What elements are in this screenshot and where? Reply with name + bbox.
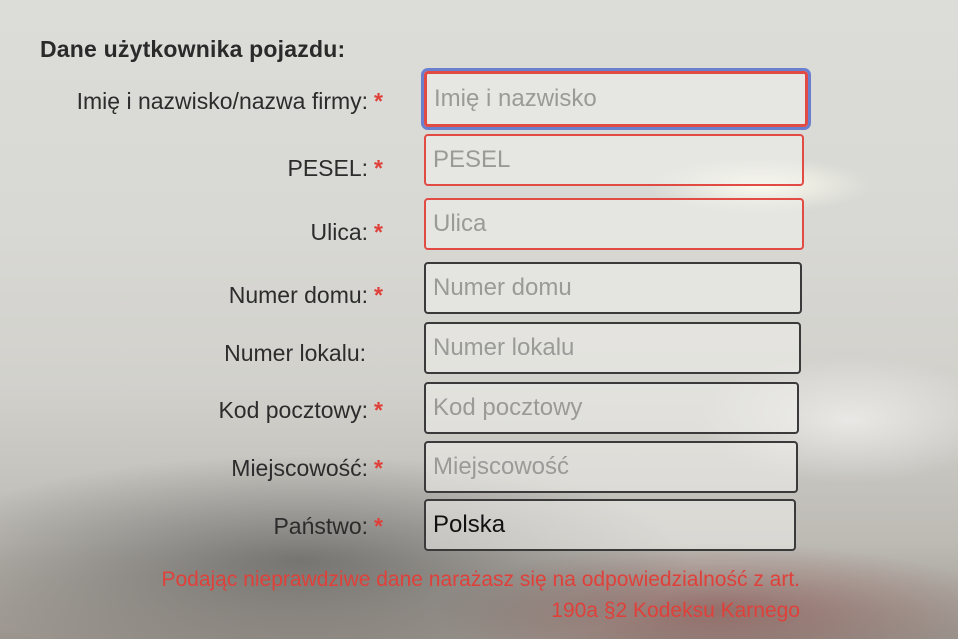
country-input[interactable]: [424, 499, 796, 551]
required-marker: *: [374, 88, 383, 114]
street-input[interactable]: [424, 198, 804, 250]
section-title: Dane użytkownika pojazdu:: [40, 36, 346, 62]
required-marker: *: [374, 155, 383, 181]
required-marker: *: [374, 455, 383, 481]
legal-warning: Podając nieprawdziwe dane narażasz się n…: [30, 564, 800, 626]
name-label: Imię i nazwisko/nazwa firmy: *: [76, 88, 383, 114]
city-input[interactable]: [424, 441, 798, 493]
postal-code-input[interactable]: [424, 382, 799, 434]
apartment-number-label: Numer lokalu:: [224, 340, 366, 366]
city-label: Miejscowość: *: [231, 455, 383, 481]
postal-code-label: Kod pocztowy: *: [218, 397, 383, 423]
required-marker: *: [374, 397, 383, 423]
legal-warning-line-1: Podając nieprawdziwe dane narażasz się n…: [161, 568, 800, 591]
legal-warning-line-2: 190a §2 Kodeksu Karnego: [551, 599, 800, 622]
country-label: Państwo: *: [273, 513, 383, 539]
required-marker: *: [374, 282, 383, 308]
street-label: Ulica: *: [310, 219, 383, 245]
house-number-label: Numer domu: *: [228, 282, 383, 308]
required-marker: *: [374, 513, 383, 539]
name-input[interactable]: [424, 71, 808, 127]
required-marker: *: [374, 219, 383, 245]
apartment-number-input[interactable]: [424, 322, 801, 374]
pesel-label: PESEL: *: [287, 155, 384, 181]
pesel-input[interactable]: [424, 134, 804, 186]
house-number-input[interactable]: [424, 262, 802, 314]
